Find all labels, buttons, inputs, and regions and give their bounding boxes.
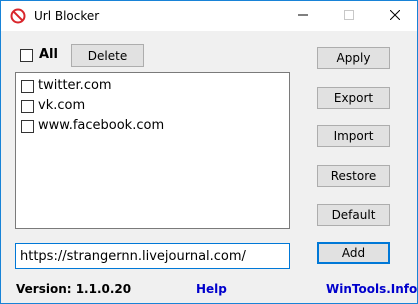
blocked-sites-list[interactable]: twitter.com vk.com www.facebook.com: [15, 72, 290, 229]
url-input[interactable]: [15, 243, 290, 269]
version-label: Version: 1.1.0.20: [16, 282, 132, 296]
list-item[interactable]: vk.com: [16, 96, 289, 116]
apply-button[interactable]: Apply: [317, 47, 390, 69]
site-checkbox[interactable]: [21, 120, 34, 133]
import-button[interactable]: Import: [317, 125, 390, 147]
restore-button[interactable]: Restore: [317, 165, 390, 187]
site-checkbox[interactable]: [21, 80, 34, 93]
site-label: www.facebook.com: [38, 118, 165, 133]
window-title: Url Blocker: [34, 9, 100, 23]
help-link[interactable]: Help: [196, 282, 227, 296]
delete-button[interactable]: Delete: [71, 44, 144, 67]
minimize-icon: [298, 9, 308, 23]
title-bar[interactable]: Url Blocker: [1, 1, 417, 31]
minimize-button[interactable]: [280, 1, 326, 31]
export-button[interactable]: Export: [317, 87, 390, 109]
wintools-link[interactable]: WinTools.Info: [326, 282, 417, 296]
list-item[interactable]: www.facebook.com: [16, 116, 289, 136]
select-all-checkbox[interactable]: [20, 49, 33, 62]
default-button[interactable]: Default: [317, 204, 390, 226]
maximize-button[interactable]: [326, 1, 372, 31]
app-window: Url Blocker All Delete twitter.com vk.co…: [0, 0, 418, 304]
site-checkbox[interactable]: [21, 100, 34, 113]
maximize-icon: [344, 9, 354, 23]
site-label: vk.com: [38, 98, 86, 113]
close-icon: [389, 9, 401, 23]
select-all-label: All: [39, 47, 58, 62]
add-button[interactable]: Add: [317, 242, 390, 264]
prohibited-icon: [10, 8, 26, 24]
close-button[interactable]: [372, 1, 418, 31]
list-item[interactable]: twitter.com: [16, 76, 289, 96]
site-label: twitter.com: [38, 78, 112, 93]
